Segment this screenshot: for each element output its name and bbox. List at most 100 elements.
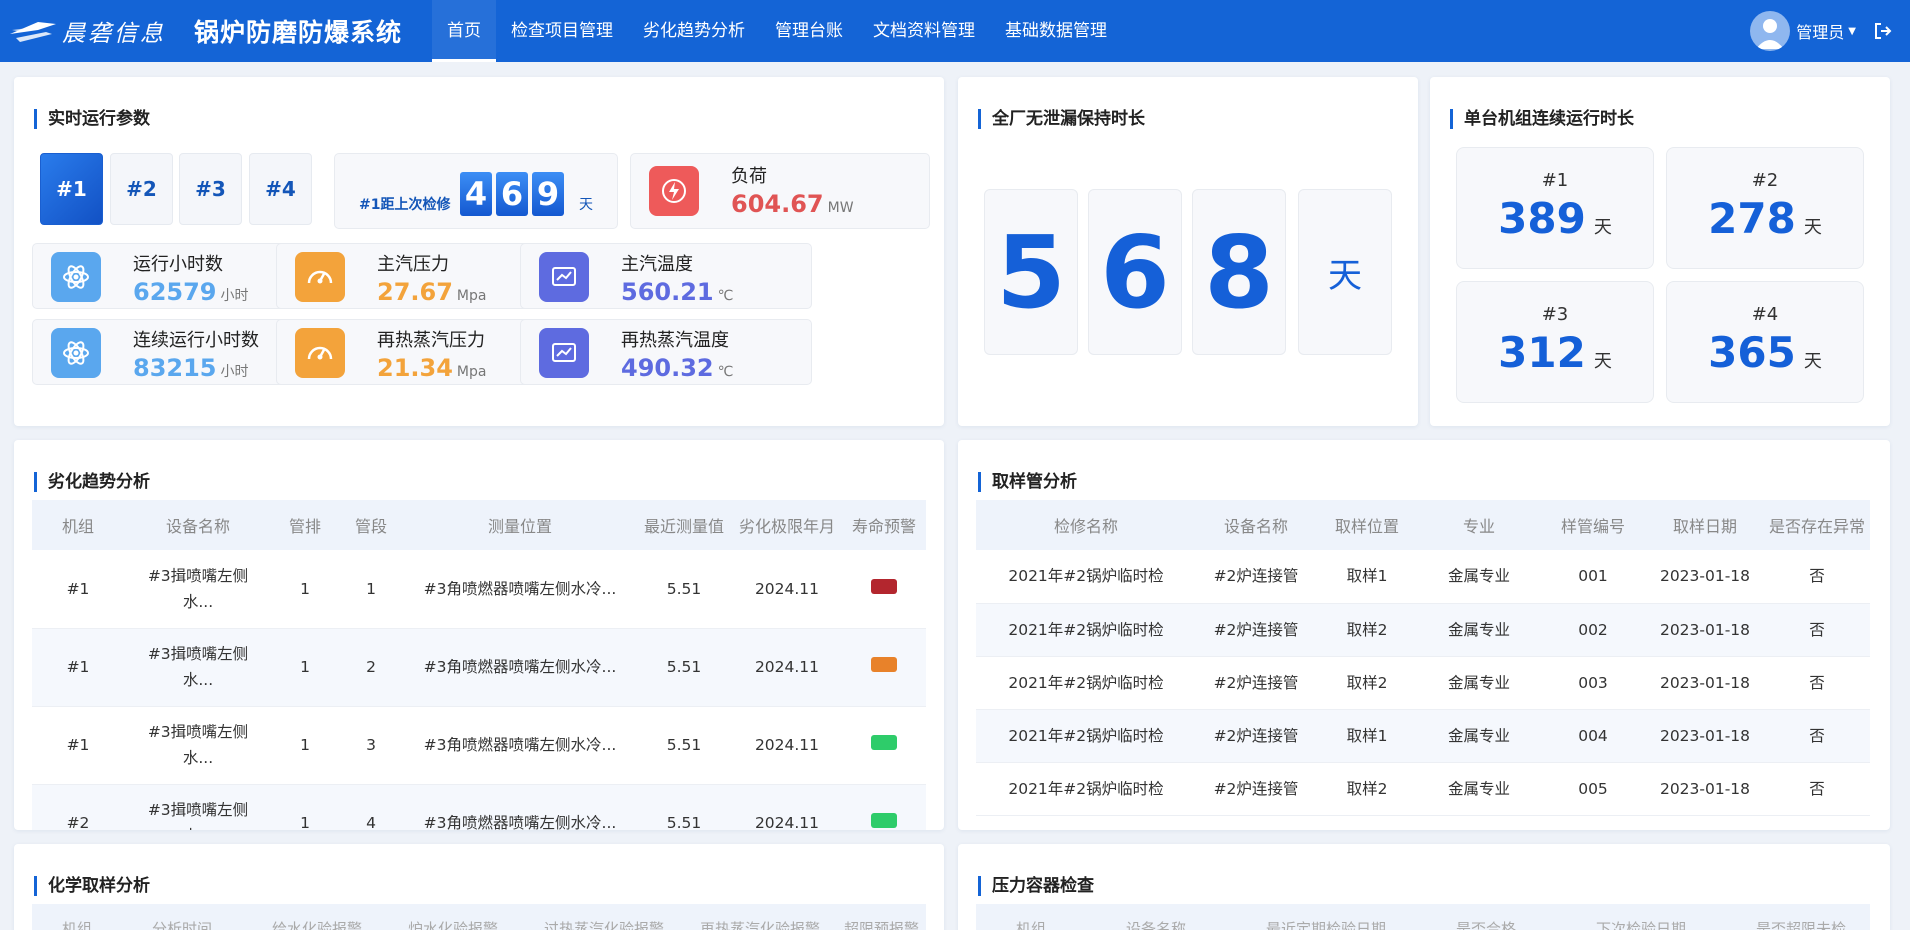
nav-trend-analysis[interactable]: 劣化趋势分析 [628, 0, 760, 62]
nav-base-data[interactable]: 基础数据管理 [990, 0, 1122, 62]
table-cell [842, 784, 926, 830]
table-cell: 取样2 [1316, 656, 1418, 710]
unit-run-unit: 天 [1593, 351, 1612, 372]
load-box: 负荷 604.67 MW [630, 153, 930, 229]
unit-run-duration-card: 单台机组连续运行时长 #1 389 天 #2 278 天 #3 312 天 #4 365 天 [1430, 77, 1890, 426]
user-name[interactable]: 管理员 [1796, 19, 1844, 43]
column-header: 超限预报警 [844, 920, 920, 930]
reheat-steam-temp-unit: ℃ [717, 364, 734, 380]
main-steam-temp-label: 主汽温度 [621, 254, 693, 275]
column-header: 设备名称 [124, 500, 272, 550]
unit-tab-2[interactable]: #2 [110, 153, 173, 225]
table-row[interactable]: 2021年#2锅炉临时检 #2炉连接管 取样1 金属专业 001 2023-01-18 否 [976, 550, 1870, 604]
table-cell [842, 550, 926, 629]
unit-run-number: 365 [1708, 328, 1796, 377]
chart-monitor-icon [539, 252, 589, 302]
table-cell: 3 [338, 706, 404, 785]
column-header: 分析时间 [152, 920, 213, 930]
table-row[interactable]: #1 #3揖喷嘴左侧水... 1 3 #3角喷燃器喷嘴左侧水冷... 5.51 2024.1… [32, 706, 926, 785]
main-steam-pressure-label: 主汽压力 [377, 254, 449, 275]
table-cell: 2 [338, 628, 404, 707]
table-cell: 1 [272, 706, 338, 785]
table-row[interactable]: 2021年#2锅炉临时检 #2炉连接管 取样2 金属专业 003 2023-01-18 否 [976, 656, 1870, 710]
table-cell: #3角喷燃器喷嘴左侧水冷... [404, 784, 636, 830]
table-cell: #2炉连接管 [1196, 656, 1316, 710]
column-header: 机组 [32, 500, 124, 550]
chemical-sampling-card: 化学取样分析 机组 分析时间 给水化验报警 炉水化验报警 过热蒸汽化验报警 再热蒸汽化验报… [14, 844, 944, 930]
table-cell [842, 628, 926, 707]
column-header: 寿命预警 [842, 500, 926, 550]
run-hours-unit: 小时 [220, 288, 249, 304]
unit-no: #1 [1541, 170, 1569, 191]
column-header: 最近测量值 [636, 500, 732, 550]
reheat-steam-temp-value: 490.32 ℃ [621, 354, 733, 382]
unit-run-value: 278 天 [1667, 197, 1863, 250]
table-row[interactable]: #2#3揖喷嘴左侧水...14#3角喷燃器喷嘴左侧水冷...5.512024.1… [32, 784, 926, 830]
nav-ledger[interactable]: 管理台账 [760, 0, 858, 62]
table-cell: 5.51 [636, 784, 732, 830]
top-nav-bar: 晨砻信息 锅炉防磨防爆系统 首页 检查项目管理 劣化趋势分析 管理台账 文档资料… [0, 0, 1910, 62]
table-row[interactable]: #1 #3揖喷嘴左侧水... 1 2 #3角喷燃器喷嘴左侧水冷... 5.51 2024.1… [32, 628, 926, 707]
table-cell: 2024.11 [732, 628, 842, 707]
table-cell: #2炉连接管 [1196, 762, 1316, 816]
lightning-icon [649, 166, 699, 216]
table-cell: 否 [1764, 709, 1870, 763]
company-logo: 晨砻信息 [8, 14, 178, 48]
column-header: 下次检验日期 [1596, 920, 1687, 930]
table-cell: 取样1 [1316, 709, 1418, 763]
unit-run-value: 389 天 [1457, 197, 1653, 250]
unit-tab-3[interactable]: #3 [179, 153, 242, 225]
nav-inspection-management[interactable]: 检查项目管理 [496, 0, 628, 62]
reheat-steam-temp-label: 再热蒸汽温度 [621, 330, 729, 351]
table-cell: #3角喷燃器喷嘴左侧水冷... [404, 550, 636, 629]
column-header: 取样位置 [1316, 500, 1418, 550]
table-cell: 001 [1540, 550, 1646, 604]
pressure-table-header: 机组 设备名称 最近定期检验日期 是否合格 下次检验日期 是否超限未检 [976, 904, 1870, 930]
gauge-icon [295, 328, 345, 378]
unit-run-unit: 天 [1803, 217, 1822, 238]
column-header: 是否超限未检 [1756, 920, 1847, 930]
logo-plane-icon [10, 22, 56, 42]
table-cell: #2炉连接管 [1196, 603, 1316, 657]
unit-tab-4[interactable]: #4 [249, 153, 312, 225]
avatar[interactable] [1750, 11, 1791, 51]
card-title: 取样管分析 [978, 472, 1077, 492]
column-header: 管段 [338, 500, 404, 550]
since-maintenance-digits: 4 6 9 [460, 172, 568, 216]
table-cell: 2023-01-18 [1646, 709, 1764, 763]
life-warning-indicator [871, 578, 897, 594]
logout-icon[interactable] [1874, 22, 1892, 40]
table-row[interactable]: 2021年#2锅炉临时检 #2炉连接管 取样2 金属专业 005 2023-01-18 否 [976, 762, 1870, 816]
reheat-steam-temp-box: 再热蒸汽温度 490.32 ℃ [520, 319, 812, 385]
table-cell: #3角喷燃器喷嘴左侧水冷... [404, 706, 636, 785]
unit-tab-1[interactable]: #1 [40, 153, 103, 225]
table-cell: 003 [1540, 656, 1646, 710]
nav-documents[interactable]: 文档资料管理 [858, 0, 990, 62]
column-header: 专业 [1418, 500, 1540, 550]
column-header: 样管编号 [1540, 500, 1646, 550]
table-cell: 取样2 [1316, 762, 1418, 816]
table-cell: 1 [272, 784, 338, 830]
table-row[interactable]: #1 #3揖喷嘴左侧水... 1 1 #3角喷燃器喷嘴左侧水冷... 5.51 2024.1… [32, 550, 926, 629]
table-cell: 金属专业 [1418, 550, 1540, 604]
unit-run-number: 389 [1498, 194, 1586, 243]
table-cell: 2023-01-18 [1646, 550, 1764, 604]
run-hours-value: 62579 小时 [133, 278, 249, 306]
sample-table-header: 检修名称 设备名称 取样位置 专业 样管编号 取样日期 是否存在异常 [976, 500, 1870, 550]
table-row[interactable]: 2021年#2锅炉临时检 #2炉连接管 取样1 金属专业 004 2023-01-18 否 [976, 709, 1870, 763]
table-cell: 004 [1540, 709, 1646, 763]
sample-table: 检修名称 设备名称 取样位置 专业 样管编号 取样日期 是否存在异常 2021年#2锅炉临时… [976, 500, 1870, 816]
nav-home[interactable]: 首页 [432, 0, 497, 62]
reheat-steam-pressure-number: 21.34 [377, 354, 453, 382]
column-header: 炉水化验报警 [408, 920, 499, 930]
caret-down-icon[interactable]: ▼ [1848, 26, 1856, 37]
table-cell: 金属专业 [1418, 762, 1540, 816]
table-cell: 否 [1764, 603, 1870, 657]
user-menu[interactable]: 管理员 ▼ [1750, 0, 1892, 62]
table-cell: #3揖喷嘴左侧水... [124, 784, 272, 830]
table-cell: 取样1 [1316, 550, 1418, 604]
load-label: 负荷 [731, 166, 767, 187]
table-cell: 否 [1764, 550, 1870, 604]
table-row[interactable]: 2021年#2锅炉临时检 #2炉连接管 取样2 金属专业 002 2023-01-18 否 [976, 603, 1870, 657]
since-digit: 6 [496, 172, 528, 216]
